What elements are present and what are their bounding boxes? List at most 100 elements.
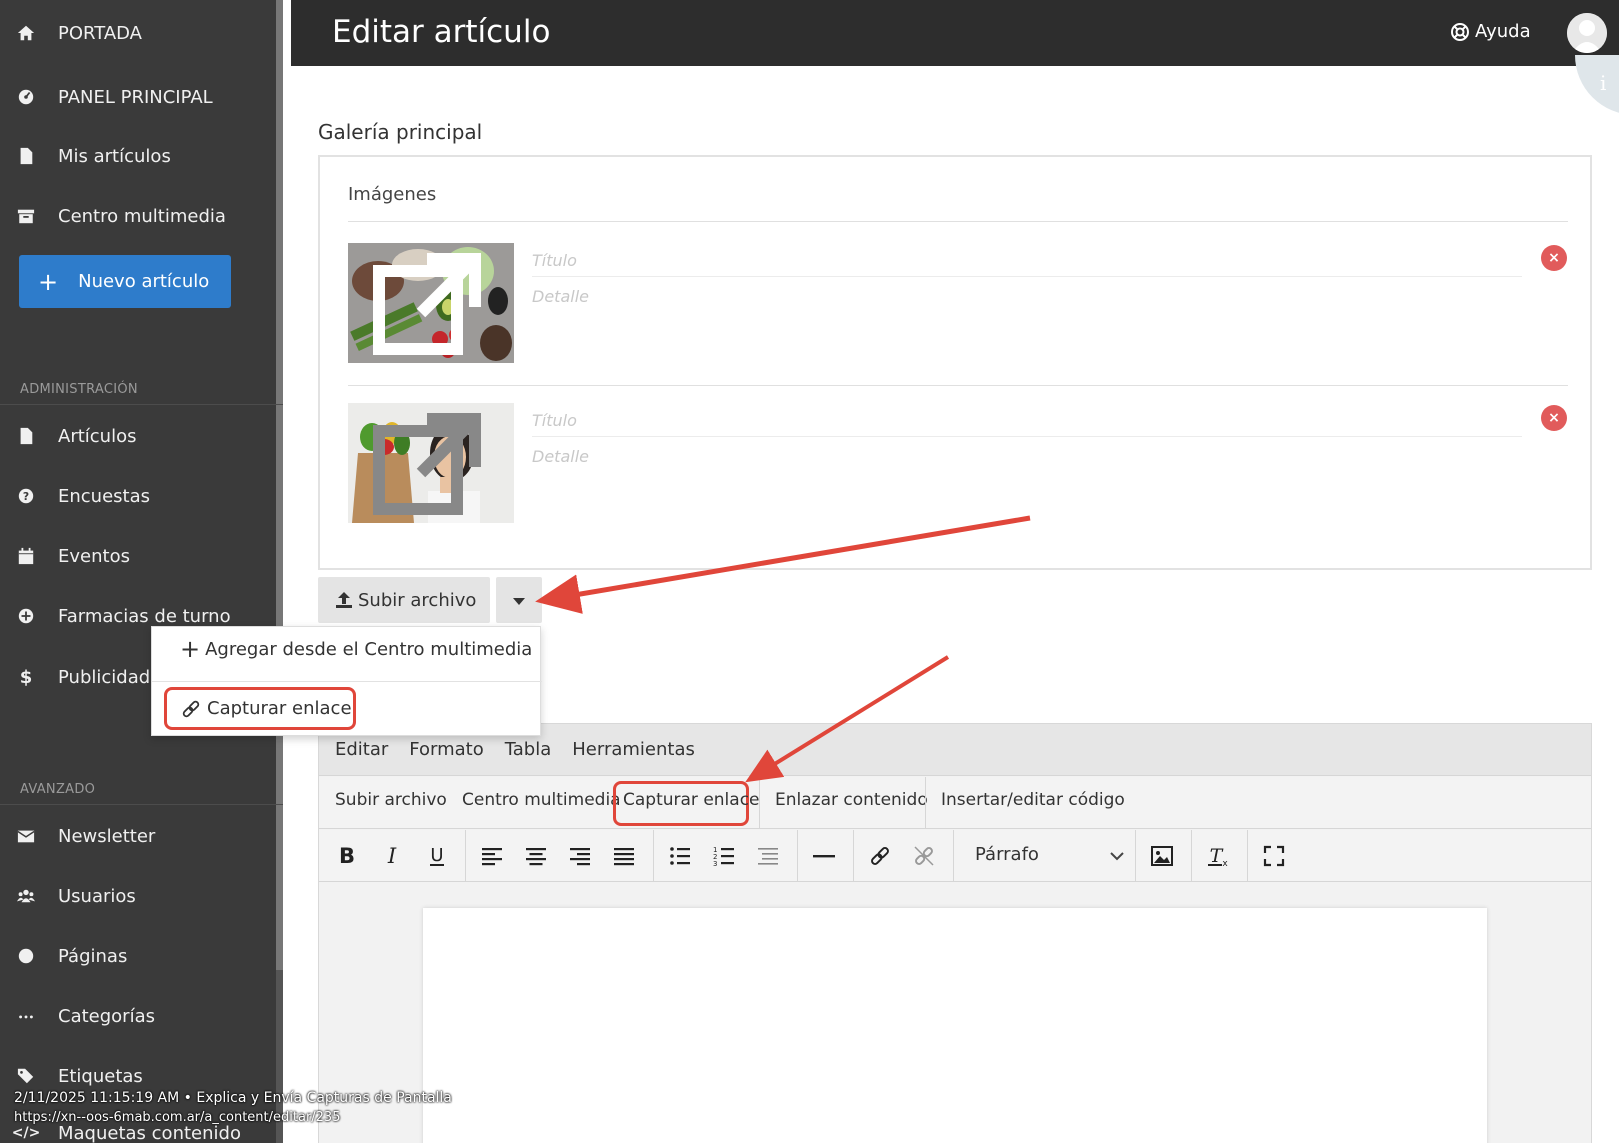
file-icon (17, 147, 35, 165)
toolbar-divider (653, 830, 654, 882)
ellipsis-icon (17, 1007, 35, 1025)
sidebar-item-label: PORTADA (58, 22, 142, 44)
bullet-list-icon[interactable] (667, 843, 693, 869)
image-thumbnail-woman-groceries[interactable] (348, 403, 514, 523)
toolbar-upload-file[interactable]: Subir archivo (335, 790, 447, 810)
sidebar-item-publicidades[interactable]: $ Publicidades (0, 657, 171, 697)
toolbar-divider (759, 777, 760, 829)
circle-icon (17, 947, 35, 965)
sidebar-scrollbar[interactable] (276, 0, 283, 1143)
sidebar-item-label: Farmacias de turno (58, 605, 231, 627)
caret-down-icon (513, 598, 525, 605)
numbered-list-icon[interactable]: 123 (711, 843, 737, 869)
users-icon (17, 887, 35, 905)
block-format-value: Párrafo (975, 844, 1039, 865)
scrollbar-thumb[interactable] (276, 0, 283, 970)
plus-circle-icon (17, 607, 35, 625)
gallery-image-row: Título Detalle × (348, 243, 1568, 383)
info-tab[interactable]: i (1575, 55, 1619, 115)
upload-file-button[interactable]: Subir archivo (318, 577, 490, 623)
sidebar-item-panel-principal[interactable]: PANEL PRINCIPAL (0, 77, 213, 117)
align-center-icon[interactable] (523, 843, 549, 869)
rich-text-editor: Editar Formato Tabla Herramientas Subir … (318, 723, 1592, 1143)
upload-options-toggle[interactable] (496, 577, 542, 623)
toolbar-divider (925, 777, 926, 829)
menu-item-capture-link[interactable]: Capturar enlace (164, 687, 356, 730)
menu-formato[interactable]: Formato (409, 739, 483, 760)
sidebar-item-categorias[interactable]: Categorías (0, 996, 155, 1036)
unlink-icon[interactable] (911, 843, 937, 869)
help-link[interactable]: Ayuda (1450, 21, 1531, 42)
sidebar-item-articulos[interactable]: Artículos (0, 416, 136, 456)
gallery-title: Galería principal (318, 120, 483, 144)
sidebar-item-eventos[interactable]: Eventos (0, 536, 130, 576)
fullscreen-icon[interactable] (1261, 843, 1287, 869)
home-icon (17, 24, 35, 42)
remove-image-button[interactable]: × (1541, 405, 1567, 431)
image-title-input[interactable]: Título (532, 407, 1522, 437)
sidebar-item-newsletter[interactable]: Newsletter (0, 816, 155, 856)
sidebar-item-centro-multimedia[interactable]: Centro multimedia (0, 196, 226, 236)
horizontal-rule-icon[interactable] (811, 843, 837, 869)
editor-page[interactable] (423, 908, 1487, 1143)
bold-icon[interactable]: B (334, 843, 360, 869)
italic-icon[interactable]: I (379, 843, 405, 869)
toolbar-link-content[interactable]: Enlazar contenido (775, 790, 928, 810)
sidebar-item-label: Centro multimedia (58, 205, 226, 227)
user-avatar[interactable] (1567, 13, 1607, 53)
toolbar-divider (853, 830, 854, 882)
toolbar-divider (953, 830, 954, 882)
clear-format-icon[interactable]: Tx (1205, 843, 1231, 869)
sidebar-item-label: Páginas (58, 945, 128, 967)
menu-editar[interactable]: Editar (335, 739, 388, 760)
external-link-icon[interactable] (348, 407, 510, 523)
calendar-icon (17, 547, 35, 565)
menu-divider (152, 681, 542, 682)
sidebar-item-mis-articulos[interactable]: Mis artículos (0, 136, 171, 176)
toolbar-media-center[interactable]: Centro multimedia (462, 790, 621, 810)
toolbar-insert-code[interactable]: Insertar/editar código (941, 790, 1125, 810)
block-format-select[interactable]: Párrafo (975, 844, 1125, 870)
remove-image-button[interactable]: × (1541, 245, 1567, 271)
file-icon (17, 427, 35, 445)
new-article-button[interactable]: + Nuevo artículo (19, 255, 231, 308)
sidebar-item-label: Encuestas (58, 485, 151, 507)
menu-tabla[interactable]: Tabla (505, 739, 552, 760)
menu-item-add-from-media-center[interactable]: + Agregar desde el Centro multimedia (180, 637, 532, 661)
sidebar-item-label: Categorías (58, 1005, 155, 1027)
image-thumbnail-vegetables[interactable] (348, 243, 514, 363)
sidebar-item-paginas[interactable]: Páginas (0, 936, 127, 976)
link-icon[interactable] (867, 843, 893, 869)
close-icon: × (1548, 250, 1560, 266)
sidebar-item-usuarios[interactable]: Usuarios (0, 876, 136, 916)
menu-herramientas[interactable]: Herramientas (572, 739, 695, 760)
external-link-icon[interactable] (348, 247, 510, 363)
underline-icon[interactable]: U (424, 843, 450, 869)
lifebuoy-icon (1451, 22, 1469, 41)
envelope-icon (17, 827, 35, 845)
upload-options-menu: + Agregar desde el Centro multimedia Cap… (151, 626, 542, 736)
sidebar-item-portada[interactable]: PORTADA (0, 13, 142, 53)
image-title-input[interactable]: Título (532, 247, 1522, 277)
toolbar-capture-link[interactable]: Capturar enlace (623, 790, 760, 810)
indent-list-icon[interactable] (755, 843, 781, 869)
section-label-administracion: ADMINISTRACIÓN (20, 382, 138, 397)
sidebar-item-label: Usuarios (58, 885, 136, 907)
toolbar-divider (1191, 830, 1192, 882)
align-justify-icon[interactable] (611, 843, 637, 869)
archive-icon (17, 207, 35, 225)
image-icon[interactable] (1149, 843, 1175, 869)
align-left-icon[interactable] (479, 843, 505, 869)
sidebar-item-label: Eventos (58, 545, 130, 567)
tags-icon (17, 1067, 35, 1085)
chevron-down-icon (1110, 852, 1124, 861)
image-detail-input[interactable]: Detalle (532, 447, 589, 466)
align-right-icon[interactable] (567, 843, 593, 869)
sidebar-item-encuestas[interactable]: ? Encuestas (0, 476, 150, 516)
image-detail-input[interactable]: Detalle (532, 287, 589, 306)
page-title: Editar artículo (332, 14, 551, 50)
sidebar-item-label: Etiquetas (58, 1065, 143, 1087)
help-label: Ayuda (1475, 21, 1531, 42)
section-label-avanzado: AVANZADO (20, 782, 96, 797)
toolbar-divider (797, 830, 798, 882)
